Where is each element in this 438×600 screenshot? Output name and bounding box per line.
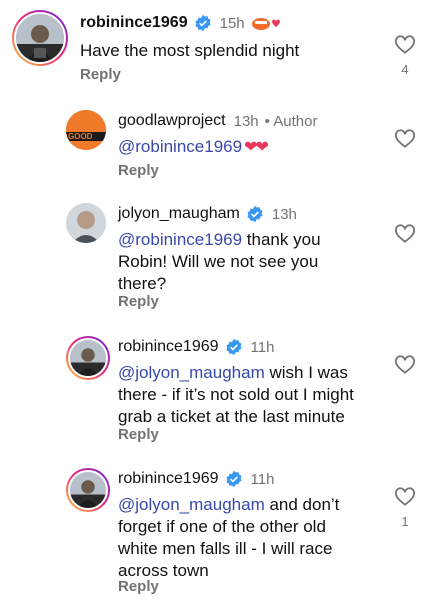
mention-link[interactable]: @robinince1969 bbox=[118, 230, 242, 249]
comment-time: 15h bbox=[219, 14, 245, 32]
avatar-logo-text: GOOD bbox=[68, 132, 93, 141]
like-count: 1 bbox=[401, 514, 409, 529]
verified-badge-icon bbox=[225, 338, 242, 356]
comment-text-line: there? bbox=[118, 274, 167, 293]
avatar-photo-icon bbox=[16, 14, 64, 62]
goodlaw-logo-icon bbox=[66, 110, 106, 150]
comment-text-line: white men falls ill - I will race bbox=[118, 539, 333, 558]
comment-4: robinince1969 11h @jolyon_maugham wish I… bbox=[0, 330, 438, 460]
comment-text: @robinince1969 thank you Robin! Will we … bbox=[118, 229, 418, 295]
like-count: 4 bbox=[401, 62, 409, 77]
comment-text-line: forget if one of the other old bbox=[118, 517, 326, 536]
comment-text: @robinince1969 ❤❤ bbox=[118, 136, 269, 159]
comment-text: Have the most splendid night bbox=[80, 41, 300, 60]
verified-badge-icon bbox=[225, 470, 242, 488]
comment-text-line: Robin! Will we not see you bbox=[118, 252, 319, 271]
reply-button[interactable]: Reply bbox=[80, 66, 121, 83]
avatar-photo-icon bbox=[66, 203, 106, 243]
avatar-robinince1969[interactable] bbox=[66, 468, 110, 512]
comment-3: jolyon_maugham 13h @robinince1969 thank … bbox=[0, 195, 438, 325]
mention-link[interactable]: @robinince1969 bbox=[118, 137, 242, 156]
comment-username[interactable]: goodlawproject bbox=[118, 112, 226, 130]
comment-time: 13h bbox=[233, 112, 259, 130]
verified-badge-icon bbox=[247, 205, 263, 223]
mention-link[interactable]: @jolyon_maugham bbox=[118, 495, 265, 514]
heart-outline-icon[interactable] bbox=[394, 34, 416, 54]
comment-5: robinince1969 11h @jolyon_maugham and do… bbox=[0, 462, 438, 600]
comment-username[interactable]: robinince1969 bbox=[118, 338, 219, 356]
heart-outline-icon[interactable] bbox=[394, 486, 416, 506]
reply-button[interactable]: Reply bbox=[118, 426, 159, 443]
avatar-goodlawproject[interactable]: GOOD bbox=[66, 110, 106, 150]
comment-text: @jolyon_maugham and don’t forget if one … bbox=[118, 494, 408, 582]
mention-link[interactable]: @jolyon_maugham bbox=[118, 363, 265, 382]
reply-button[interactable]: Reply bbox=[118, 162, 159, 179]
comment-time: 13h bbox=[271, 205, 297, 223]
avatar-robinince1969[interactable] bbox=[12, 10, 68, 66]
comment-username[interactable]: robinince1969 bbox=[118, 470, 219, 488]
avatar-photo-icon bbox=[70, 472, 106, 508]
hearts-emoji: ❤❤ bbox=[244, 139, 269, 156]
verified-badge-icon bbox=[195, 14, 211, 32]
heart-outline-icon[interactable] bbox=[394, 128, 416, 148]
comment-text-line: grab a ticket at the last minute bbox=[118, 407, 345, 426]
comment-text: @jolyon_maugham wish I was there - if it… bbox=[118, 362, 418, 428]
heart-outline-icon[interactable] bbox=[394, 354, 416, 374]
author-label: • Author bbox=[264, 112, 318, 130]
comment-2: GOOD goodlawproject 13h • Author @robini… bbox=[0, 100, 438, 190]
comment-username[interactable]: robinince1969 bbox=[80, 14, 188, 32]
comment-text-line: wish I was bbox=[264, 363, 348, 382]
comment-1: robinince1969 15h Have the most splendid… bbox=[0, 0, 438, 100]
reply-button[interactable]: Reply bbox=[118, 293, 159, 310]
avatar-jolyon_maugham[interactable] bbox=[66, 203, 106, 243]
reply-button[interactable]: Reply bbox=[118, 578, 159, 595]
comment-time: 11h bbox=[250, 470, 275, 488]
sticker-icon bbox=[251, 16, 280, 30]
comment-text-line: there - if it’s not sold out I might bbox=[118, 385, 354, 404]
comment-text-line: thank you bbox=[242, 230, 321, 249]
heart-outline-icon[interactable] bbox=[394, 223, 416, 243]
comment-text-line: across town bbox=[118, 561, 209, 580]
comment-username[interactable]: jolyon_maugham bbox=[118, 205, 240, 223]
comment-time: 11h bbox=[250, 338, 275, 356]
avatar-photo-icon bbox=[70, 340, 106, 376]
comment-text-line: and don’t bbox=[264, 495, 340, 514]
avatar-robinince1969[interactable] bbox=[66, 336, 110, 380]
